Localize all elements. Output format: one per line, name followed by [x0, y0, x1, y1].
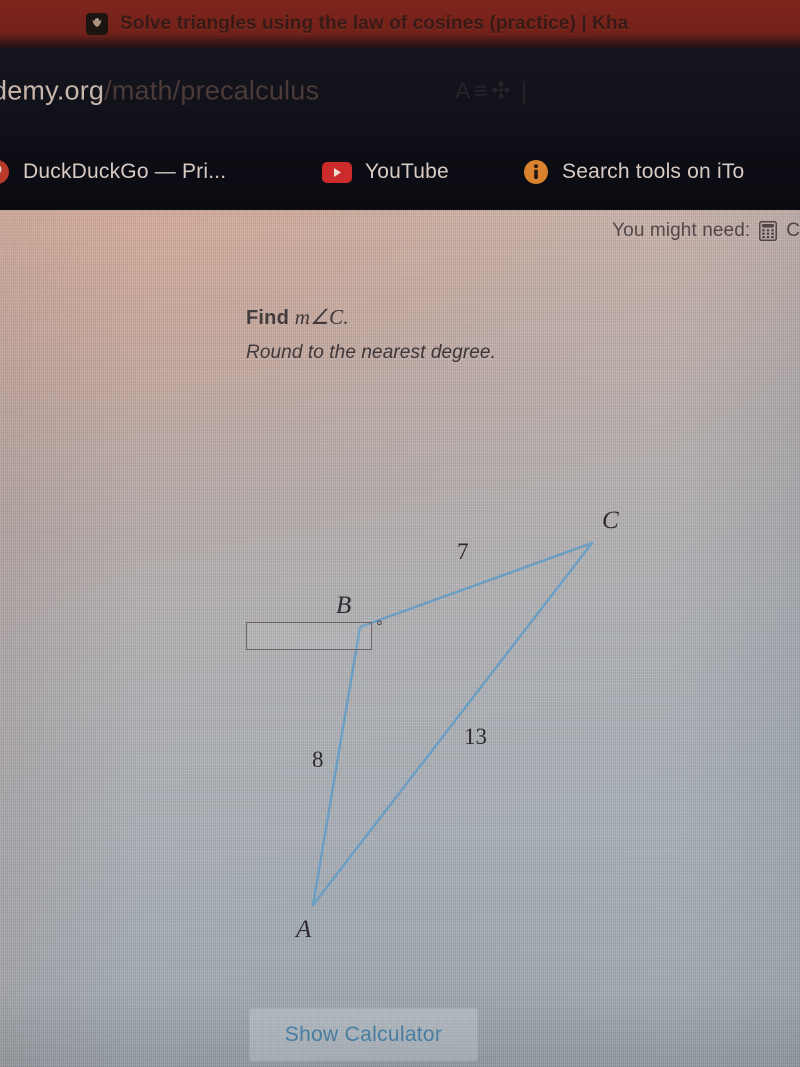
- youtube-icon: [322, 161, 352, 183]
- answer-row: °: [246, 618, 383, 650]
- url-path: /math/precalculus: [104, 75, 320, 106]
- bookmark-youtube[interactable]: YouTube: [322, 160, 449, 184]
- browser-tab-bar: Solve triangles using the law of cosines…: [0, 0, 800, 48]
- answer-input[interactable]: [246, 622, 372, 650]
- url-host: demy.org: [0, 75, 105, 106]
- vertex-label-c: C: [602, 507, 619, 534]
- bookmark-search-tools[interactable]: Search tools on iTo: [523, 159, 744, 185]
- you-might-need-label: You might need:: [612, 220, 751, 241]
- you-might-need-row: You might need: C: [612, 220, 800, 242]
- screenshot-root: Solve triangles using the law of cosines…: [0, 0, 800, 1067]
- browser-tab[interactable]: Solve triangles using the law of cosines…: [86, 0, 628, 48]
- bookmark-duckduckgo[interactable]: DuckDuckGo — Pri...: [0, 159, 226, 185]
- browser-toolbar-ghost-controls[interactable]: A ≡ ✣ ❘: [455, 78, 534, 105]
- browser-bookmark-bar: DuckDuckGo — Pri... YouTube Search tools…: [0, 134, 800, 210]
- khan-academy-leaf-icon: [86, 13, 108, 35]
- triangle-outline: [311, 541, 594, 907]
- question-prompt: Find m∠C. Round to the nearest degree.: [246, 305, 496, 364]
- duckduckgo-icon: [0, 160, 9, 184]
- bookmark-label: YouTube: [365, 160, 449, 183]
- degree-unit-label: °: [376, 617, 383, 636]
- bookmark-label: Search tools on iTo: [562, 160, 745, 183]
- exercise-page: You might need: C Find m∠C. Round to the…: [0, 210, 800, 1067]
- question-text: Find m∠C.: [246, 305, 496, 330]
- info-circle-icon: [524, 160, 548, 184]
- vertex-label-b: B: [336, 592, 352, 619]
- calculator-icon[interactable]: [759, 221, 778, 241]
- show-calculator-button[interactable]: Show Calculator: [249, 1008, 478, 1062]
- question-prefix: Find: [246, 307, 295, 329]
- side-length-ab: 8: [312, 747, 324, 772]
- bookmark-label: DuckDuckGo — Pri...: [23, 160, 227, 183]
- question-math: m∠C: [294, 305, 344, 329]
- browser-tab-title: Solve triangles using the law of cosines…: [120, 13, 629, 34]
- vertex-label-a: A: [296, 916, 312, 943]
- calculator-hint-label: C: [786, 220, 800, 241]
- show-calculator-label: Show Calculator: [284, 1023, 443, 1046]
- address-bar-url[interactable]: demy.org/math/precalculus: [0, 76, 319, 107]
- question-suffix: .: [343, 305, 349, 329]
- browser-address-bar[interactable]: demy.org/math/precalculus A ≡ ✣ ❘: [0, 48, 800, 134]
- side-length-bc: 7: [457, 539, 469, 564]
- question-instruction: Round to the nearest degree.: [246, 342, 496, 363]
- side-length-ac: 13: [464, 724, 487, 749]
